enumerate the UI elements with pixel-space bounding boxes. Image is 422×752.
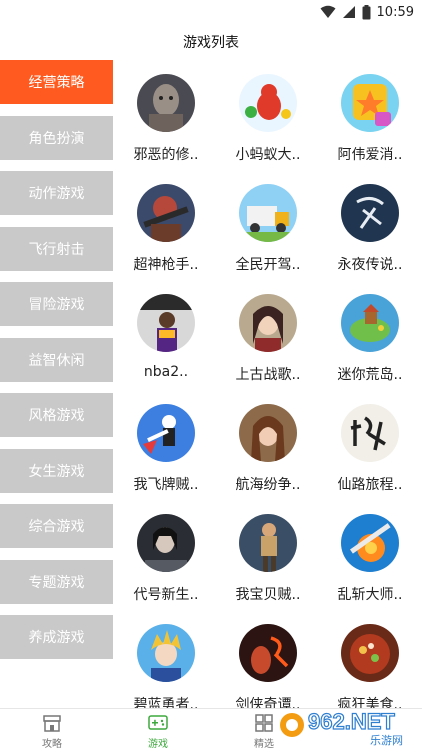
basketball-player-icon bbox=[137, 294, 195, 352]
game-tile[interactable]: 碧蓝勇者.. bbox=[115, 610, 217, 720]
stickman-icon bbox=[137, 404, 195, 462]
game-name: 小蚂蚁大.. bbox=[235, 147, 301, 163]
blonde-hero-icon bbox=[137, 624, 195, 682]
game-tile[interactable]: 我宝贝贼.. bbox=[217, 500, 319, 610]
slash-icon bbox=[341, 514, 399, 572]
watermark-logo: 962.NET 乐游网 bbox=[278, 703, 418, 747]
game-name: 上古战歌.. bbox=[235, 367, 301, 383]
game-name: nba2.. bbox=[143, 364, 189, 380]
game-name: 乱斩大师.. bbox=[337, 587, 403, 603]
game-name: 迷你荒岛.. bbox=[337, 367, 403, 383]
star-block-icon bbox=[341, 74, 399, 132]
game-tile[interactable]: 乱斩大师.. bbox=[319, 500, 421, 610]
wifi-icon bbox=[320, 5, 336, 18]
game-tile[interactable]: 阿伟爱消.. bbox=[319, 60, 421, 170]
warrior-girl-icon bbox=[239, 294, 297, 352]
status-icons: 10:59 bbox=[320, 3, 414, 21]
category-sidebar: 经营策略 角色扮演 动作游戏 飞行射击 冒险游戏 益智休闲 风格游戏 女生游戏 … bbox=[0, 60, 113, 708]
game-name: 航海纷争.. bbox=[235, 477, 301, 493]
game-tile[interactable]: 航海纷争.. bbox=[217, 390, 319, 500]
calligraphy-icon bbox=[341, 184, 399, 242]
svg-text:乐游网: 乐游网 bbox=[370, 734, 403, 747]
island-icon bbox=[341, 294, 399, 352]
game-name: 全民开驾.. bbox=[235, 257, 301, 273]
category-item-shooter[interactable]: 飞行射击 bbox=[0, 227, 113, 271]
grid-icon bbox=[255, 714, 273, 732]
game-name: 邪恶的修.. bbox=[133, 147, 199, 163]
category-item-style[interactable]: 风格游戏 bbox=[0, 393, 113, 437]
game-name: 超神枪手.. bbox=[133, 257, 199, 273]
signal-icon bbox=[342, 6, 355, 18]
category-item-action[interactable]: 动作游戏 bbox=[0, 171, 113, 215]
truck-icon bbox=[239, 184, 297, 242]
game-name: 我宝贝贼.. bbox=[235, 587, 301, 603]
game-tile[interactable]: 小蚂蚁大.. bbox=[217, 60, 319, 170]
category-item-strategy[interactable]: 经营策略 bbox=[0, 60, 113, 104]
nav-label: 游戏 bbox=[148, 739, 168, 750]
game-tile[interactable]: 我飞牌贼.. bbox=[115, 390, 217, 500]
battery-icon bbox=[362, 4, 371, 19]
category-item-adventure[interactable]: 冒险游戏 bbox=[0, 282, 113, 326]
status-bar: 10:59 bbox=[0, 0, 422, 24]
game-tile[interactable]: 迷你荒岛.. bbox=[319, 280, 421, 390]
category-item-puzzle[interactable]: 益智休闲 bbox=[0, 338, 113, 382]
game-name: 代号新生.. bbox=[133, 587, 199, 603]
gamepad-icon bbox=[148, 715, 168, 730]
svg-text:962.NET: 962.NET bbox=[308, 709, 395, 734]
category-item-simulation[interactable]: 养成游戏 bbox=[0, 615, 113, 659]
xianlu-calligraphy-icon bbox=[341, 404, 399, 462]
dark-hero-icon bbox=[137, 514, 195, 572]
game-grid: 邪恶的修.. 小蚂蚁大.. 阿伟爱消.. 超神枪手.. 全民开驾.. 永夜传说.… bbox=[115, 60, 422, 713]
game-tile[interactable]: 邪恶的修.. bbox=[115, 60, 217, 170]
category-item-topics[interactable]: 专题游戏 bbox=[0, 560, 113, 604]
nav-tab-games[interactable]: 游戏 bbox=[128, 713, 188, 750]
nav-label: 攻略 bbox=[42, 739, 62, 750]
game-tile[interactable]: 代号新生.. bbox=[115, 500, 217, 610]
game-name: 永夜传说.. bbox=[337, 257, 403, 273]
status-time: 10:59 bbox=[376, 4, 414, 20]
category-item-rpg[interactable]: 角色扮演 bbox=[0, 116, 113, 160]
category-item-general[interactable]: 综合游戏 bbox=[0, 504, 113, 548]
zombie-icon bbox=[137, 74, 195, 132]
game-tile[interactable]: 超神枪手.. bbox=[115, 170, 217, 280]
ant-icon bbox=[239, 74, 297, 132]
hotpot-icon bbox=[341, 624, 399, 682]
game-tile[interactable]: 仙路旅程.. bbox=[319, 390, 421, 500]
page-header: 游戏列表 bbox=[0, 24, 422, 60]
page-title: 游戏列表 bbox=[183, 35, 239, 51]
game-tile[interactable]: nba2.. bbox=[115, 280, 217, 390]
runner-icon bbox=[239, 514, 297, 572]
game-tile[interactable]: 永夜传说.. bbox=[319, 170, 421, 280]
game-tile[interactable]: 全民开驾.. bbox=[217, 170, 319, 280]
game-name: 我飞牌贼.. bbox=[133, 477, 199, 493]
store-icon bbox=[43, 715, 61, 732]
game-name: 阿伟爱消.. bbox=[337, 147, 403, 163]
game-name: 仙路旅程.. bbox=[337, 477, 403, 493]
woman-portrait-icon bbox=[239, 404, 297, 462]
nav-tab-guides[interactable]: 攻略 bbox=[22, 713, 82, 750]
red-calligraphy-icon bbox=[239, 624, 297, 682]
game-tile[interactable]: 上古战歌.. bbox=[217, 280, 319, 390]
gunner-icon bbox=[137, 184, 195, 242]
nav-label: 精选 bbox=[254, 739, 274, 750]
category-item-girls[interactable]: 女生游戏 bbox=[0, 449, 113, 493]
